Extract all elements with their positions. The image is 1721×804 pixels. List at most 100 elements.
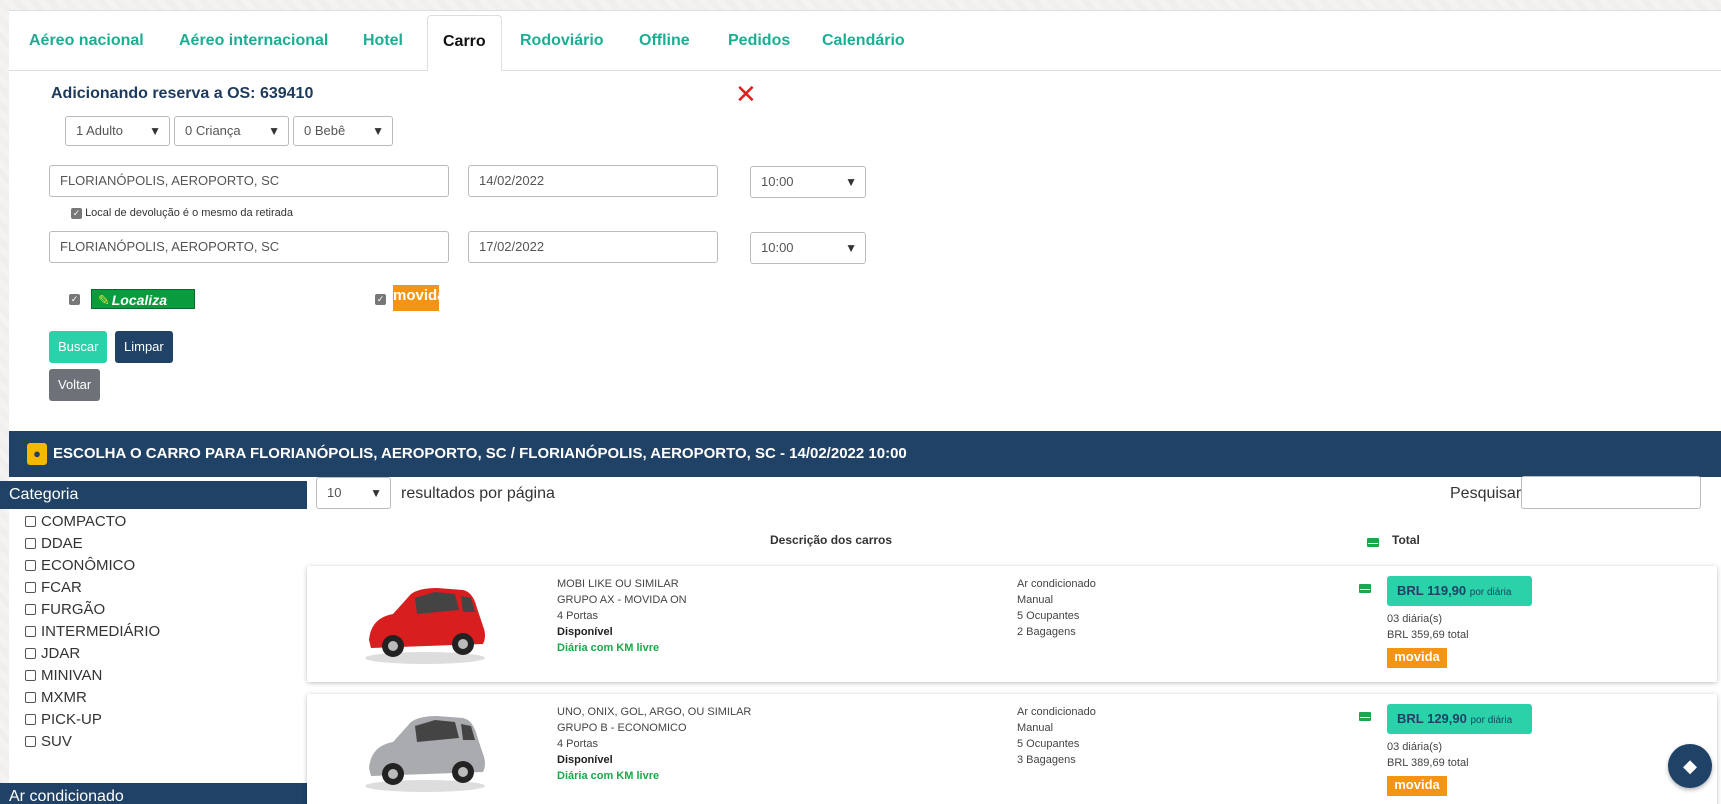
rental-days: 03 diária(s)	[1387, 613, 1443, 625]
results-banner: ● ESCOLHA O CARRO PARA FLORIANÓPOLIS, AE…	[9, 431, 1721, 477]
car-ac: Ar condicionado	[1017, 706, 1096, 718]
email-icon[interactable]	[1367, 534, 1379, 549]
pickup-date-input[interactable]: 14/02/2022	[468, 165, 718, 197]
checkbox-icon	[25, 626, 36, 637]
email-icon[interactable]	[1359, 580, 1371, 595]
chevron-down-icon: ▼	[845, 241, 857, 255]
category-option[interactable]: MINIVAN	[25, 665, 160, 687]
category-option[interactable]: ECONÔMICO	[25, 555, 160, 577]
pickup-time-select[interactable]: 10:00 ▼	[750, 166, 866, 198]
category-option[interactable]: MXMR	[25, 687, 160, 709]
checkbox-icon	[25, 714, 36, 725]
price-per-day-label: por diária	[1469, 587, 1512, 598]
clear-button[interactable]: Limpar	[115, 331, 173, 363]
car-description: UNO, ONIX, GOL, ARGO, OU SIMILAR GRUPO B…	[557, 704, 751, 784]
checkbox-icon	[25, 582, 36, 593]
price-per-day-label: por diária	[1470, 715, 1513, 726]
email-icon[interactable]	[1359, 708, 1371, 723]
movida-logo: movida	[393, 285, 446, 311]
return-time-value: 10:00	[761, 240, 794, 255]
same-return-checkbox-row[interactable]: ✓ Local de devolução é o mesmo da retira…	[71, 207, 293, 219]
category-option[interactable]: JDAR	[25, 643, 160, 665]
movida-checkbox[interactable]: ✓	[375, 294, 386, 305]
search-input[interactable]	[1521, 476, 1701, 509]
map-pin-icon: ●	[27, 443, 47, 465]
chevron-down-icon: ▼	[372, 124, 384, 138]
car-features: Ar condicionado Manual 5 Ocupantes 3 Bag…	[1017, 704, 1096, 768]
car-features: Ar condicionado Manual 5 Ocupantes 2 Bag…	[1017, 576, 1096, 640]
tab-calendario[interactable]: Calendário	[822, 15, 905, 71]
same-return-label: Local de devolução é o mesmo da retirada	[85, 207, 293, 219]
price-info: 03 diária(s) BRL 359,69 total	[1387, 611, 1469, 643]
tab-pedidos[interactable]: Pedidos	[728, 15, 790, 71]
return-time-select[interactable]: 10:00 ▼	[750, 232, 866, 264]
rental-days: 03 diária(s)	[1387, 741, 1443, 753]
category-filter-list: COMPACTO DDAE ECONÔMICO FCAR FURGÃO INTE…	[25, 511, 160, 753]
per-page-label: resultados por página	[401, 485, 555, 502]
banner-text: ESCOLHA O CARRO PARA FLORIANÓPOLIS, AERO…	[53, 445, 907, 462]
back-button[interactable]: Voltar	[49, 369, 101, 401]
tab-carro[interactable]: Carro	[427, 15, 502, 71]
adults-value: 1 Adulto	[76, 123, 123, 138]
checkbox-checked-icon[interactable]: ✓	[71, 207, 82, 219]
car-doors: 4 Portas	[557, 610, 598, 622]
tab-aereo-internacional[interactable]: Aéreo internacional	[179, 15, 328, 71]
category-option[interactable]: FURGÃO	[25, 599, 160, 621]
return-location-input[interactable]: FLORIANÓPOLIS, AEROPORTO, SC	[49, 231, 449, 263]
pickup-location-input[interactable]: FLORIANÓPOLIS, AEROPORTO, SC	[49, 165, 449, 197]
layers-fab-button[interactable]: ◆	[1668, 744, 1712, 788]
return-date-input[interactable]: 17/02/2022	[468, 231, 718, 263]
babies-select[interactable]: 0 Bebê ▼	[293, 116, 393, 146]
localiza-logo: ✎ Localiza	[91, 289, 195, 309]
price-button[interactable]: BRL 119,90 por diária	[1387, 576, 1532, 606]
column-header-total: Total	[1392, 533, 1420, 547]
car-transmission: Manual	[1017, 594, 1054, 606]
per-page-value: 10	[327, 485, 342, 500]
adults-select[interactable]: 1 Adulto ▼	[65, 116, 170, 146]
pickup-time-value: 10:00	[761, 174, 794, 189]
tab-offline[interactable]: Offline	[639, 15, 690, 71]
price-value: BRL 119,90	[1397, 583, 1467, 598]
category-option[interactable]: PICK-UP	[25, 709, 160, 731]
checkbox-icon	[25, 560, 36, 571]
per-page-select[interactable]: 10 ▼	[316, 477, 391, 509]
car-result-card[interactable]: UNO, ONIX, GOL, ARGO, OU SIMILAR GRUPO B…	[307, 694, 1717, 804]
children-value: 0 Criança	[185, 123, 241, 138]
car-result-card[interactable]: MOBI LIKE OU SIMILAR GRUPO AX - MOVIDA O…	[307, 566, 1717, 682]
car-bags: 3 Bagagens	[1017, 754, 1076, 766]
company-logo: movida	[1387, 648, 1447, 668]
car-km: Diária com KM livre	[557, 642, 660, 654]
company-logo: movida	[1387, 776, 1447, 796]
tab-rodoviario[interactable]: Rodoviário	[520, 15, 604, 71]
car-name: MOBI LIKE OU SIMILAR	[557, 578, 679, 590]
children-select[interactable]: 0 Criança ▼	[174, 116, 289, 146]
category-option[interactable]: COMPACTO	[25, 511, 160, 533]
layers-icon: ◆	[1683, 756, 1697, 776]
checkbox-icon	[25, 604, 36, 615]
car-occupants: 5 Ocupantes	[1017, 738, 1080, 750]
close-icon[interactable]: ✕	[735, 81, 757, 107]
car-doors: 4 Portas	[557, 738, 598, 750]
checkbox-icon	[25, 670, 36, 681]
category-option[interactable]: DDAE	[25, 533, 160, 555]
car-image	[365, 716, 485, 792]
price-button[interactable]: BRL 129,90 por diária	[1387, 704, 1532, 734]
search-button[interactable]: Buscar	[49, 331, 108, 363]
localiza-checkbox[interactable]: ✓	[69, 294, 80, 305]
car-ac: Ar condicionado	[1017, 578, 1096, 590]
search-label: Pesquisar	[1450, 485, 1522, 502]
rental-total: BRL 359,69 total	[1387, 629, 1469, 641]
tab-aereo-nacional[interactable]: Aéreo nacional	[29, 15, 144, 71]
price-info: 03 diária(s) BRL 389,69 total	[1387, 739, 1469, 771]
chevron-down-icon: ▼	[845, 175, 857, 189]
car-image	[365, 588, 485, 664]
car-occupants: 5 Ocupantes	[1017, 610, 1080, 622]
category-option[interactable]: SUV	[25, 731, 160, 753]
booking-panel: Aéreo nacional Aéreo internacional Hotel…	[0, 10, 1721, 804]
reservation-title: Adicionando reserva a OS: 639410	[51, 85, 314, 102]
category-option[interactable]: INTERMEDIÁRIO	[25, 621, 160, 643]
tab-hotel[interactable]: Hotel	[363, 15, 403, 71]
car-availability: Disponível	[557, 754, 613, 766]
price-value: BRL 129,90	[1397, 711, 1467, 726]
category-option[interactable]: FCAR	[25, 577, 160, 599]
